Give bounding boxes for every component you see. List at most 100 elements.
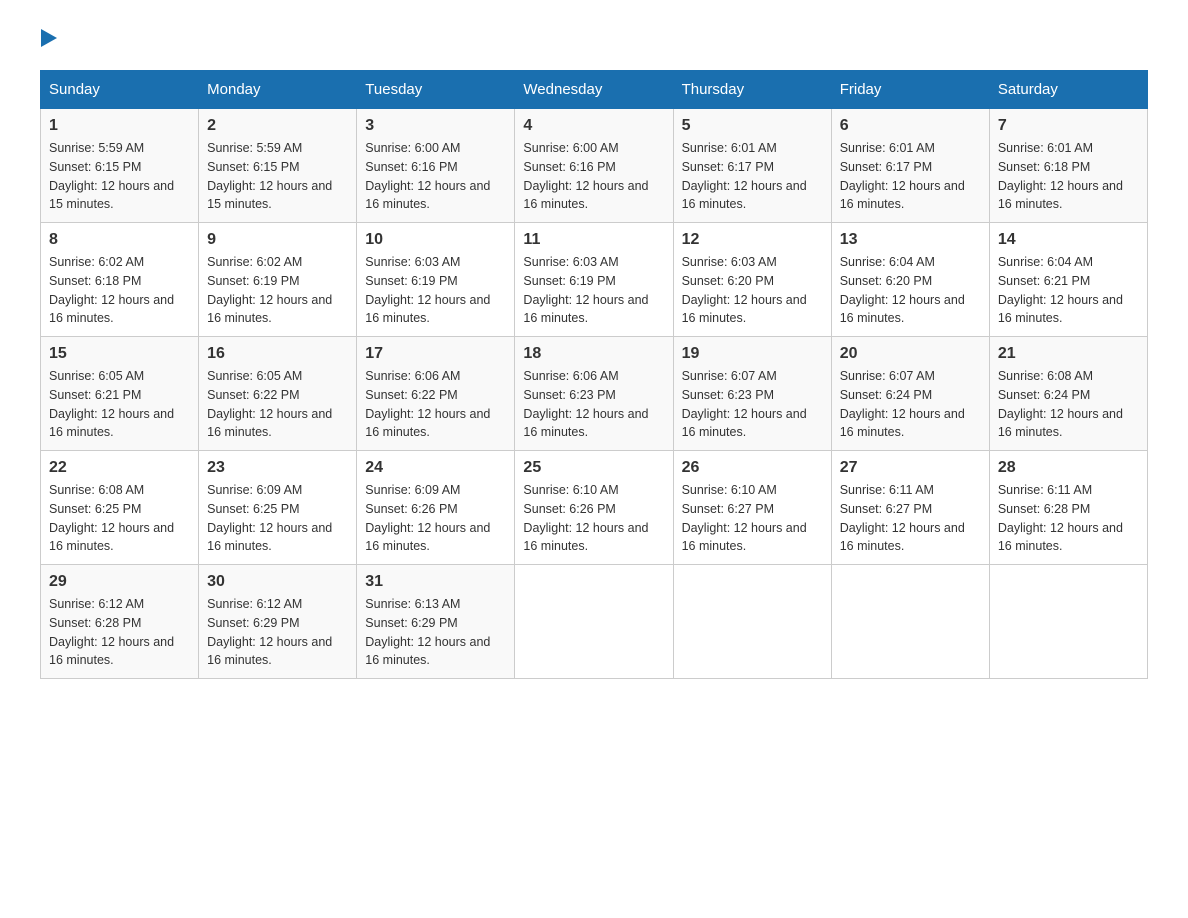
day-info: Sunrise: 6:01 AMSunset: 6:17 PMDaylight:… [840,141,965,211]
day-info: Sunrise: 6:13 AMSunset: 6:29 PMDaylight:… [365,597,490,667]
day-number: 3 [365,117,506,135]
day-cell: 28 Sunrise: 6:11 AMSunset: 6:28 PMDaylig… [989,451,1147,565]
day-number: 4 [523,117,664,135]
day-number: 23 [207,459,348,477]
day-info: Sunrise: 6:00 AMSunset: 6:16 PMDaylight:… [523,141,648,211]
page-header [40,30,1148,50]
day-number: 7 [998,117,1139,135]
day-number: 26 [682,459,823,477]
day-cell [515,565,673,679]
day-cell: 4 Sunrise: 6:00 AMSunset: 6:16 PMDayligh… [515,109,673,223]
day-info: Sunrise: 6:07 AMSunset: 6:23 PMDaylight:… [682,369,807,439]
day-cell [673,565,831,679]
day-info: Sunrise: 6:05 AMSunset: 6:22 PMDaylight:… [207,369,332,439]
day-cell: 12 Sunrise: 6:03 AMSunset: 6:20 PMDaylig… [673,223,831,337]
day-cell: 2 Sunrise: 5:59 AMSunset: 6:15 PMDayligh… [199,109,357,223]
day-info: Sunrise: 6:02 AMSunset: 6:18 PMDaylight:… [49,255,174,325]
day-info: Sunrise: 6:06 AMSunset: 6:22 PMDaylight:… [365,369,490,439]
day-info: Sunrise: 6:02 AMSunset: 6:19 PMDaylight:… [207,255,332,325]
day-number: 5 [682,117,823,135]
day-number: 24 [365,459,506,477]
day-cell: 23 Sunrise: 6:09 AMSunset: 6:25 PMDaylig… [199,451,357,565]
day-cell: 31 Sunrise: 6:13 AMSunset: 6:29 PMDaylig… [357,565,515,679]
day-cell: 18 Sunrise: 6:06 AMSunset: 6:23 PMDaylig… [515,337,673,451]
day-cell: 6 Sunrise: 6:01 AMSunset: 6:17 PMDayligh… [831,109,989,223]
logo-arrow-icon [41,29,57,47]
day-info: Sunrise: 6:09 AMSunset: 6:25 PMDaylight:… [207,483,332,553]
day-info: Sunrise: 5:59 AMSunset: 6:15 PMDaylight:… [207,141,332,211]
day-number: 31 [365,573,506,591]
day-cell [831,565,989,679]
day-cell [989,565,1147,679]
day-info: Sunrise: 6:04 AMSunset: 6:21 PMDaylight:… [998,255,1123,325]
week-row-5: 29 Sunrise: 6:12 AMSunset: 6:28 PMDaylig… [41,565,1148,679]
day-cell: 7 Sunrise: 6:01 AMSunset: 6:18 PMDayligh… [989,109,1147,223]
col-header-thursday: Thursday [673,71,831,109]
day-cell: 27 Sunrise: 6:11 AMSunset: 6:27 PMDaylig… [831,451,989,565]
day-info: Sunrise: 6:01 AMSunset: 6:18 PMDaylight:… [998,141,1123,211]
day-cell: 24 Sunrise: 6:09 AMSunset: 6:26 PMDaylig… [357,451,515,565]
day-cell: 13 Sunrise: 6:04 AMSunset: 6:20 PMDaylig… [831,223,989,337]
day-cell: 15 Sunrise: 6:05 AMSunset: 6:21 PMDaylig… [41,337,199,451]
day-info: Sunrise: 6:01 AMSunset: 6:17 PMDaylight:… [682,141,807,211]
header-row: SundayMondayTuesdayWednesdayThursdayFrid… [41,71,1148,109]
day-cell: 19 Sunrise: 6:07 AMSunset: 6:23 PMDaylig… [673,337,831,451]
day-info: Sunrise: 6:11 AMSunset: 6:28 PMDaylight:… [998,483,1123,553]
day-number: 1 [49,117,190,135]
logo [40,30,57,50]
day-cell: 3 Sunrise: 6:00 AMSunset: 6:16 PMDayligh… [357,109,515,223]
col-header-saturday: Saturday [989,71,1147,109]
day-number: 15 [49,345,190,363]
day-cell: 25 Sunrise: 6:10 AMSunset: 6:26 PMDaylig… [515,451,673,565]
col-header-friday: Friday [831,71,989,109]
day-cell: 20 Sunrise: 6:07 AMSunset: 6:24 PMDaylig… [831,337,989,451]
day-info: Sunrise: 5:59 AMSunset: 6:15 PMDaylight:… [49,141,174,211]
week-row-3: 15 Sunrise: 6:05 AMSunset: 6:21 PMDaylig… [41,337,1148,451]
day-info: Sunrise: 6:03 AMSunset: 6:19 PMDaylight:… [365,255,490,325]
day-number: 16 [207,345,348,363]
day-number: 21 [998,345,1139,363]
day-number: 29 [49,573,190,591]
logo-top [40,30,57,48]
day-info: Sunrise: 6:00 AMSunset: 6:16 PMDaylight:… [365,141,490,211]
col-header-monday: Monday [199,71,357,109]
day-number: 12 [682,231,823,249]
day-info: Sunrise: 6:09 AMSunset: 6:26 PMDaylight:… [365,483,490,553]
day-number: 8 [49,231,190,249]
day-cell: 17 Sunrise: 6:06 AMSunset: 6:22 PMDaylig… [357,337,515,451]
day-cell: 9 Sunrise: 6:02 AMSunset: 6:19 PMDayligh… [199,223,357,337]
day-info: Sunrise: 6:05 AMSunset: 6:21 PMDaylight:… [49,369,174,439]
day-cell: 16 Sunrise: 6:05 AMSunset: 6:22 PMDaylig… [199,337,357,451]
day-cell: 22 Sunrise: 6:08 AMSunset: 6:25 PMDaylig… [41,451,199,565]
day-number: 9 [207,231,348,249]
day-number: 19 [682,345,823,363]
week-row-4: 22 Sunrise: 6:08 AMSunset: 6:25 PMDaylig… [41,451,1148,565]
week-row-1: 1 Sunrise: 5:59 AMSunset: 6:15 PMDayligh… [41,109,1148,223]
day-number: 22 [49,459,190,477]
day-cell: 21 Sunrise: 6:08 AMSunset: 6:24 PMDaylig… [989,337,1147,451]
day-number: 11 [523,231,664,249]
day-number: 14 [998,231,1139,249]
week-row-2: 8 Sunrise: 6:02 AMSunset: 6:18 PMDayligh… [41,223,1148,337]
col-header-wednesday: Wednesday [515,71,673,109]
day-cell: 5 Sunrise: 6:01 AMSunset: 6:17 PMDayligh… [673,109,831,223]
day-cell: 30 Sunrise: 6:12 AMSunset: 6:29 PMDaylig… [199,565,357,679]
day-info: Sunrise: 6:03 AMSunset: 6:19 PMDaylight:… [523,255,648,325]
day-number: 27 [840,459,981,477]
day-number: 13 [840,231,981,249]
day-info: Sunrise: 6:12 AMSunset: 6:28 PMDaylight:… [49,597,174,667]
day-number: 18 [523,345,664,363]
day-cell: 26 Sunrise: 6:10 AMSunset: 6:27 PMDaylig… [673,451,831,565]
day-cell: 29 Sunrise: 6:12 AMSunset: 6:28 PMDaylig… [41,565,199,679]
day-number: 25 [523,459,664,477]
day-number: 6 [840,117,981,135]
day-info: Sunrise: 6:06 AMSunset: 6:23 PMDaylight:… [523,369,648,439]
day-info: Sunrise: 6:10 AMSunset: 6:26 PMDaylight:… [523,483,648,553]
day-info: Sunrise: 6:08 AMSunset: 6:25 PMDaylight:… [49,483,174,553]
day-info: Sunrise: 6:04 AMSunset: 6:20 PMDaylight:… [840,255,965,325]
day-number: 30 [207,573,348,591]
day-number: 20 [840,345,981,363]
day-number: 28 [998,459,1139,477]
day-info: Sunrise: 6:12 AMSunset: 6:29 PMDaylight:… [207,597,332,667]
day-cell: 8 Sunrise: 6:02 AMSunset: 6:18 PMDayligh… [41,223,199,337]
